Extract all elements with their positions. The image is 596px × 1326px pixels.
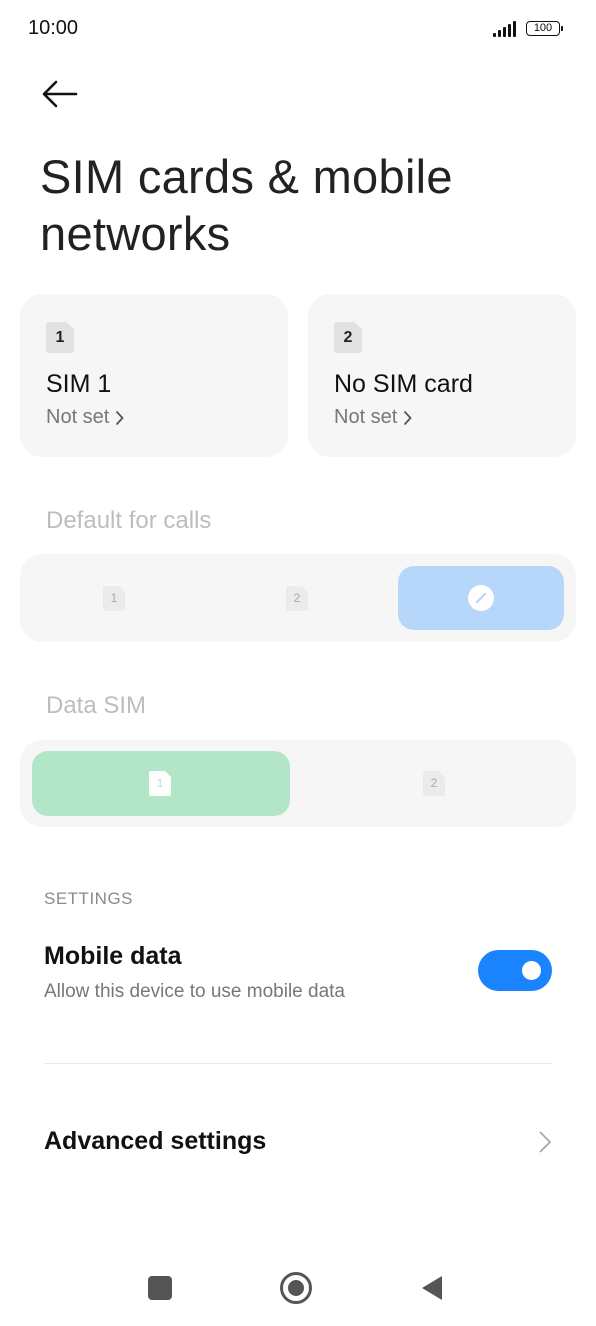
sim-1-icon: 1: [46, 322, 74, 353]
chevron-right-icon: [404, 410, 413, 425]
calls-option-ask-every-time[interactable]: [398, 566, 564, 630]
mobile-data-title: Mobile data: [44, 942, 182, 970]
triangle-back-icon: [422, 1276, 442, 1300]
data-option-sim-2[interactable]: 2: [300, 740, 576, 827]
sim-card-status-text: Not set: [334, 406, 398, 428]
ask-every-time-icon: [468, 585, 494, 611]
sim-card-status-text: Not set: [46, 406, 110, 428]
arrow-left-icon: [42, 80, 78, 108]
sim-card-status: Not set: [46, 406, 125, 429]
sim-2-icon: 2: [334, 322, 362, 353]
chevron-right-icon: [116, 410, 125, 425]
data-option-sim-1[interactable]: 1: [32, 751, 290, 816]
battery-tip: [561, 26, 563, 31]
sim-1-icon: 1: [149, 771, 171, 796]
sim-card-status: Not set: [334, 406, 413, 429]
calls-option-sim-2[interactable]: 2: [208, 554, 396, 642]
sim-card-name: No SIM card: [334, 370, 473, 398]
sim-card-name: SIM 1: [46, 370, 112, 398]
page-title: SIM cards & mobile networks: [40, 150, 453, 260]
sim-2-icon: 2: [423, 771, 445, 796]
settings-section-label: SETTINGS: [44, 889, 134, 908]
sim-2-icon: 2: [286, 586, 308, 611]
back-button[interactable]: [40, 76, 80, 112]
sim-card-2[interactable]: 2 No SIM card Not set: [308, 294, 576, 457]
sim-card-1[interactable]: 1 SIM 1 Not set: [20, 294, 288, 457]
signal-icon: [493, 21, 519, 37]
calls-option-sim-1[interactable]: 1: [20, 554, 208, 642]
data-sim-selector: 1 2: [20, 740, 576, 827]
chevron-right-icon: [539, 1131, 552, 1153]
divider: [44, 1063, 552, 1064]
default-calls-selector: 1 2: [20, 554, 576, 642]
nav-back-button[interactable]: [420, 1274, 444, 1302]
home-icon: [288, 1280, 304, 1296]
default-calls-label: Default for calls: [46, 507, 212, 534]
advanced-settings-title: Advanced settings: [44, 1127, 267, 1155]
data-sim-label: Data SIM: [46, 692, 147, 719]
mobile-data-toggle[interactable]: [478, 950, 552, 991]
battery-icon: 100: [526, 21, 560, 36]
status-time: 10:00: [28, 17, 79, 39]
recent-apps-button[interactable]: [148, 1276, 172, 1300]
toggle-knob: [522, 961, 541, 980]
mobile-data-description: Allow this device to use mobile data: [44, 981, 345, 1002]
sim-1-icon: 1: [103, 586, 125, 611]
